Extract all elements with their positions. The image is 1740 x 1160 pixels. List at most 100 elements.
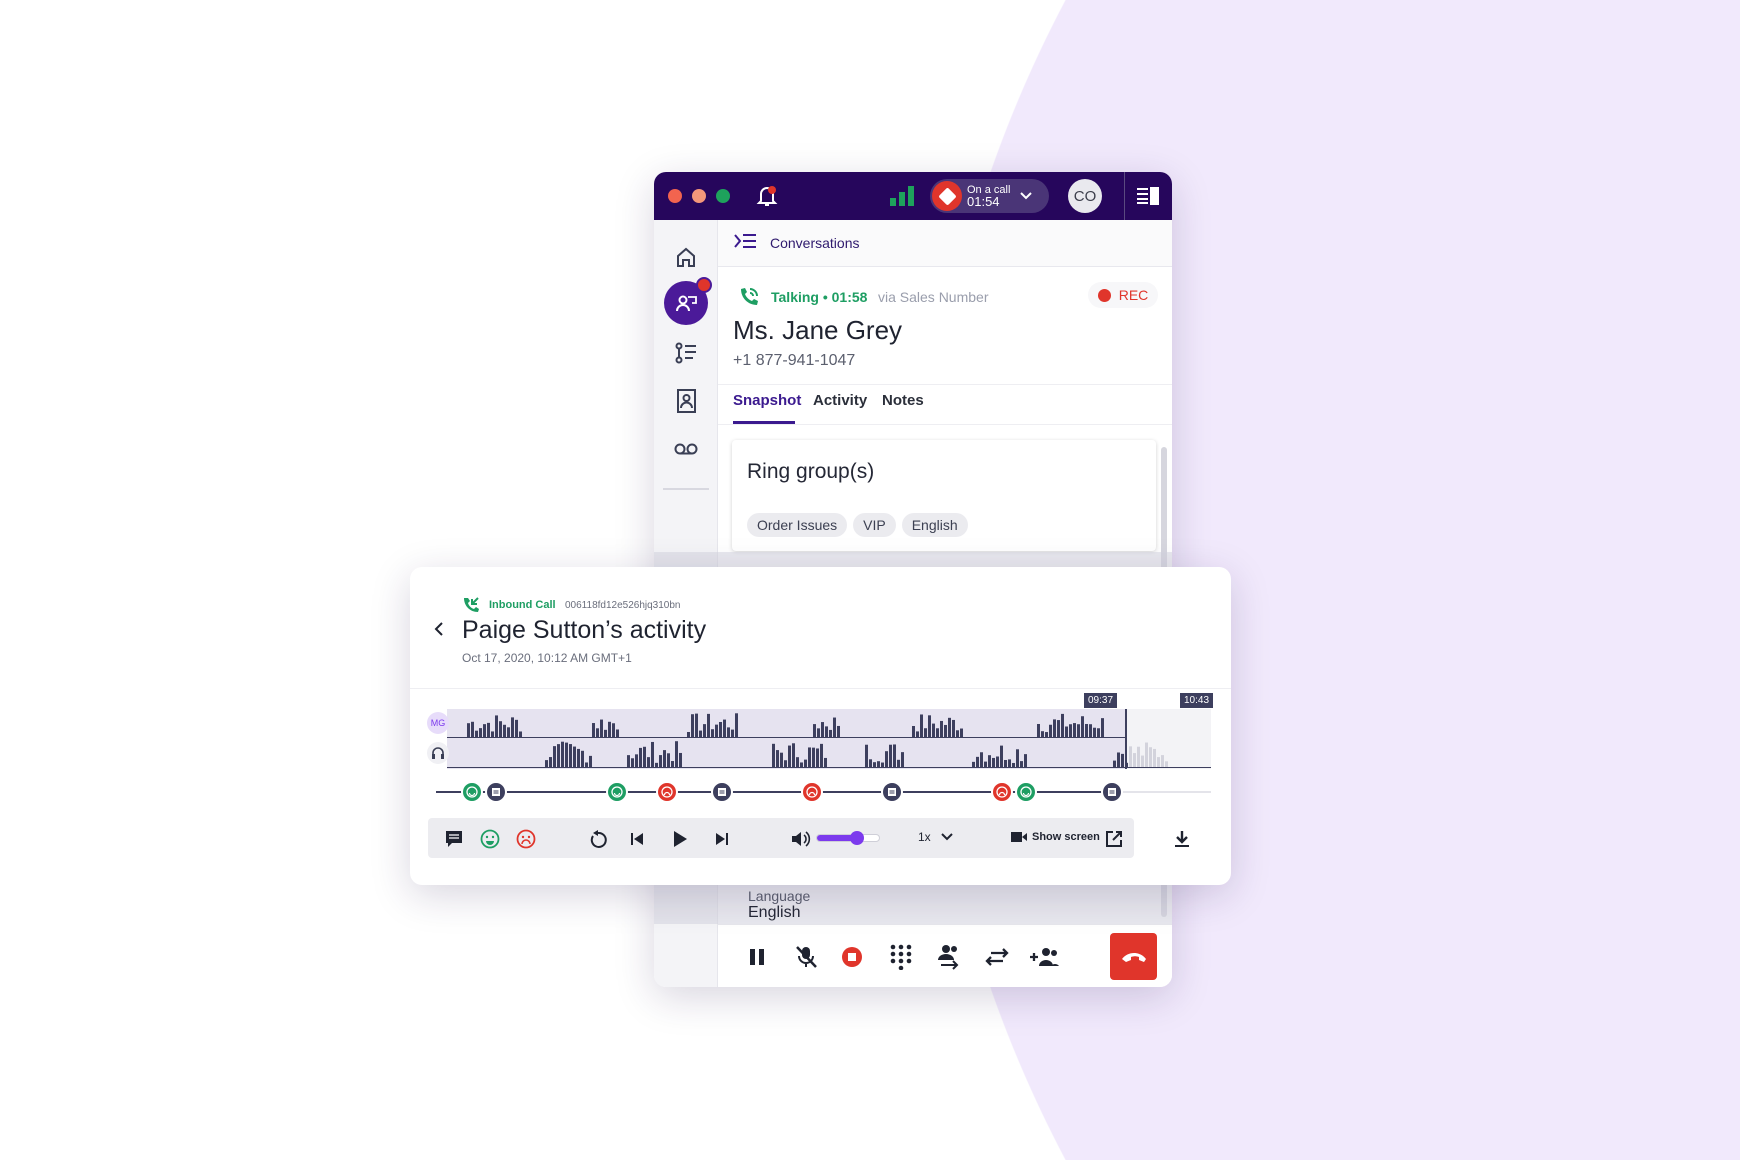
home-icon[interactable] — [670, 241, 702, 273]
conversations-icon[interactable] — [664, 277, 712, 325]
waveform-baseline — [447, 767, 1211, 768]
waveform-bar — [663, 750, 666, 767]
happy-icon[interactable] — [478, 827, 502, 851]
call-status-pill[interactable]: On a call 01:54 — [930, 179, 1049, 213]
back-chevron-icon[interactable] — [434, 621, 444, 642]
waveform-bar — [1093, 727, 1096, 737]
volume-slider[interactable] — [816, 831, 880, 845]
waveform-bar — [577, 748, 580, 767]
tab-snapshot[interactable]: Snapshot — [733, 392, 801, 409]
tab-notes[interactable]: Notes — [882, 392, 924, 409]
comment-icon[interactable] — [442, 827, 466, 851]
panel-icon[interactable] — [1137, 187, 1159, 210]
waveform-bar — [833, 717, 836, 737]
waveform-bar — [1129, 746, 1132, 767]
swap-icon[interactable] — [982, 942, 1012, 972]
comment-marker-icon[interactable] — [485, 781, 507, 803]
transfer-icon[interactable] — [934, 942, 964, 972]
sad-marker-icon[interactable] — [801, 781, 823, 803]
language-value: English — [748, 904, 801, 921]
waveform-bar — [1117, 752, 1120, 767]
waveform-played-area — [447, 709, 1125, 769]
rec-label: REC — [1118, 287, 1149, 303]
waveform-bar — [557, 744, 560, 767]
volume-icon[interactable] — [789, 827, 813, 851]
skip-back-icon[interactable] — [625, 827, 649, 851]
download-icon[interactable] — [1170, 827, 1194, 851]
bell-icon[interactable] — [756, 184, 778, 213]
waveform-bar — [1041, 731, 1044, 737]
hang-up-button[interactable] — [1110, 933, 1157, 980]
waveform-bar — [816, 748, 819, 767]
waveform-bar — [573, 746, 576, 767]
waveform-bar — [491, 731, 494, 737]
waveform-bar — [553, 746, 556, 767]
waveform-bar — [723, 719, 726, 737]
replay-icon[interactable] — [586, 827, 610, 851]
show-screen-button[interactable]: Show screen — [1011, 831, 1100, 843]
sad-marker-icon[interactable] — [991, 781, 1013, 803]
waveform-bar — [1061, 713, 1064, 737]
waveform-bar — [631, 758, 634, 767]
waveform-bar — [1077, 724, 1080, 737]
waveform-bar — [873, 762, 876, 767]
external-link-icon[interactable] — [1102, 827, 1126, 851]
comment-marker-icon[interactable] — [881, 781, 903, 803]
waveform-bar — [912, 725, 915, 737]
waveform-bar — [1008, 759, 1011, 767]
waveform-bar — [627, 755, 630, 767]
sad-marker-icon[interactable] — [656, 781, 678, 803]
waveform-bar — [1004, 759, 1007, 767]
ring-group-chip: English — [901, 513, 968, 537]
tab-activity[interactable]: Activity — [813, 392, 867, 409]
ring-group-chip: VIP — [853, 513, 896, 537]
skip-forward-icon[interactable] — [710, 827, 734, 851]
waveform-bar — [735, 713, 738, 737]
waveform-bar — [784, 760, 787, 767]
waveform-bar — [651, 741, 654, 767]
waveform-bar — [699, 730, 702, 737]
waveform-bar — [616, 729, 619, 737]
maximize-window-button[interactable] — [716, 189, 730, 203]
waveform-bar — [1165, 761, 1168, 767]
stop-record-icon[interactable] — [837, 942, 867, 972]
activity-list-icon[interactable] — [670, 337, 702, 369]
waveform-bar — [972, 761, 975, 767]
rec-badge[interactable]: REC — [1088, 282, 1158, 308]
waveform-bar — [824, 757, 827, 767]
voicemail-icon[interactable] — [670, 433, 702, 465]
waveform-bar — [687, 731, 690, 737]
mute-icon[interactable] — [791, 942, 821, 972]
avatar[interactable]: CO — [1068, 179, 1102, 213]
close-window-button[interactable] — [668, 189, 682, 203]
minimize-window-button[interactable] — [692, 189, 706, 203]
speed-value: 1x — [918, 830, 931, 844]
add-participant-icon[interactable] — [1027, 942, 1061, 972]
waveform-bar — [1149, 747, 1152, 767]
dialpad-icon[interactable] — [886, 942, 916, 972]
speed-select[interactable]: 1x — [918, 830, 953, 844]
waveform-bar — [592, 723, 595, 737]
sad-icon[interactable] — [514, 827, 538, 851]
happy-marker-icon[interactable] — [461, 781, 483, 803]
chevron-down-icon — [1020, 187, 1033, 205]
waveform-bar — [996, 756, 999, 767]
waveform-bar — [1000, 745, 1003, 767]
waveform-bar — [897, 759, 900, 767]
comment-marker-icon[interactable] — [1101, 781, 1123, 803]
waveform-bar — [956, 730, 959, 737]
menu-collapse-icon[interactable] — [734, 233, 756, 254]
waveform-bar — [691, 714, 694, 737]
page-title: Conversations — [770, 235, 860, 251]
contacts-icon[interactable] — [670, 385, 702, 417]
waveform-bar — [1101, 718, 1104, 737]
pause-icon[interactable] — [742, 942, 772, 972]
play-icon[interactable] — [668, 827, 692, 851]
title-bar: On a call 01:54 CO — [654, 172, 1172, 220]
waveform-bar — [600, 719, 603, 737]
comment-marker-icon[interactable] — [711, 781, 733, 803]
waveform-baseline — [447, 737, 1125, 738]
waveform[interactable] — [447, 709, 1211, 769]
happy-marker-icon[interactable] — [1015, 781, 1037, 803]
happy-marker-icon[interactable] — [606, 781, 628, 803]
